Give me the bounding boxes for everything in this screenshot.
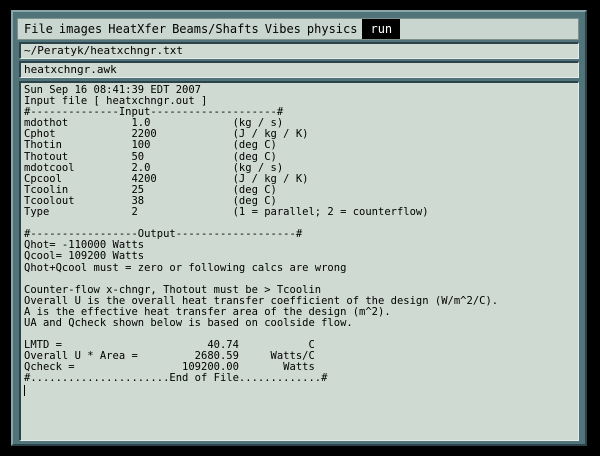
- output-line: Qhot+Qcool must = zero or following calc…: [24, 261, 347, 274]
- text-cursor: [24, 384, 25, 396]
- menu-bar: File images HeatXfer Beams/Shafts Vibes …: [17, 18, 579, 40]
- output-line: Type 2 (1 = parallel; 2 = counterflow): [24, 206, 429, 219]
- menu-heatxfer[interactable]: HeatXfer: [105, 19, 169, 39]
- menu-beams-shafts[interactable]: Beams/Shafts: [169, 19, 262, 39]
- output-line: UA and Qcheck shown below is based on co…: [24, 316, 353, 329]
- output-line: #......................End of File......…: [24, 372, 328, 385]
- output-text: Sun Sep 16 08:41:39 EDT 2007 Input file …: [24, 84, 575, 396]
- output-text-area[interactable]: Sun Sep 16 08:41:39 EDT 2007 Input file …: [19, 81, 579, 441]
- run-button[interactable]: run: [362, 19, 401, 39]
- file-path-field[interactable]: ~/Peratyk/heatxchngr.txt: [19, 42, 579, 59]
- script-name-field[interactable]: heatxchngr.awk: [19, 61, 579, 78]
- menu-images[interactable]: images: [56, 19, 105, 39]
- menu-vibes[interactable]: Vibes: [262, 19, 304, 39]
- menu-file[interactable]: File: [18, 19, 56, 39]
- menu-physics[interactable]: physics: [304, 19, 361, 39]
- app-window: File images HeatXfer Beams/Shafts Vibes …: [11, 10, 587, 446]
